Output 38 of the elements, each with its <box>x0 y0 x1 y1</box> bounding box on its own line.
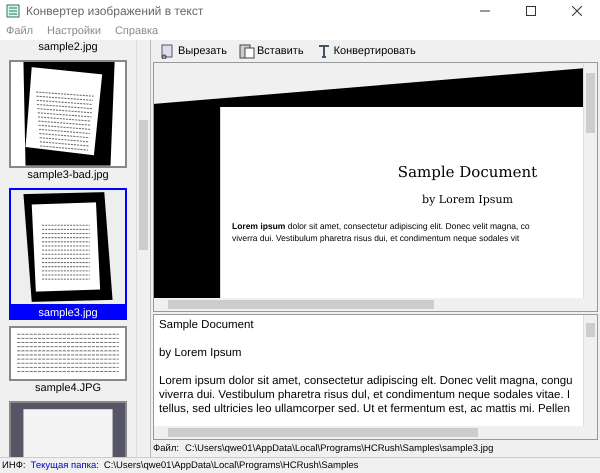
scrollbar[interactable] <box>154 426 597 440</box>
thumbnail-label: sample3-bad.jpg <box>26 168 110 182</box>
scrollbar[interactable] <box>583 315 597 426</box>
output-text-line: by Lorem Ipsum <box>159 347 242 360</box>
scrollbar[interactable] <box>583 62 597 298</box>
file-label: Файл: <box>153 443 179 454</box>
folder-path: C:\Users\qwe01\AppData\Local\Programs\HCRush\Samples <box>104 460 358 471</box>
document-text: viverra dui. Vestibulum pharetra risus dui, et condimentum neque sodales vit <box>232 232 520 244</box>
maximize-icon[interactable] <box>526 6 536 16</box>
thumbnail-label: sample4.JPG <box>34 381 102 396</box>
window-title: Конвертер изображений в текст <box>26 4 204 18</box>
file-path: C:\Users\qwe01\AppData\Local\Programs\HCRush\Samples\sample3.jpg <box>185 443 494 454</box>
thumbnail[interactable] <box>9 401 127 457</box>
folder-label: Текущая папка: <box>30 460 99 471</box>
menu-item[interactable]: Настройки <box>47 25 101 37</box>
app-icon <box>6 4 20 18</box>
menu-item[interactable]: Файл <box>6 25 34 37</box>
toolbar-button[interactable]: Вырезать <box>157 42 230 60</box>
thumbnail[interactable] <box>9 60 127 168</box>
output-text-line: Lorem ipsum dolor sit amet, consectetur adipiscing elt. Donec velit magna, congu <box>159 375 573 388</box>
scrollbar[interactable] <box>136 40 150 457</box>
document-byline: by Lorem Ipsum <box>421 192 514 206</box>
toolbar-button[interactable]: Конвертировать <box>312 42 419 60</box>
text-output-field[interactable] <box>153 314 598 440</box>
toolbar-button[interactable]: Вставить <box>236 42 307 60</box>
menu-item[interactable]: Справка <box>114 25 158 37</box>
thumbnail[interactable] <box>9 326 127 382</box>
status-label: ИНФ: <box>2 460 26 471</box>
document-text: Lorem ipsum dolor sit amet, consectetur adipiscing elit. Donec velit magna, co <box>232 220 531 232</box>
document-title: Sample Document <box>396 162 538 181</box>
thumbnail-label: sample3.jpg <box>9 306 127 320</box>
thumbnail[interactable] <box>9 188 127 306</box>
clipboard-icon <box>238 42 255 59</box>
output-text-line: tellus, sed ultricies leo ullamcorper sed. Ut et fermentum est, ac mattis mi. Pellen <box>159 403 570 416</box>
output-text-line: viverra dui. Vestibulum pharetra risus dul, et condimentum neque sodales vitae. I <box>159 389 570 402</box>
output-text-line: Sample Document <box>159 319 254 332</box>
close-icon[interactable] <box>572 6 582 16</box>
thumbnail-label: sample2.jpg <box>37 40 99 54</box>
